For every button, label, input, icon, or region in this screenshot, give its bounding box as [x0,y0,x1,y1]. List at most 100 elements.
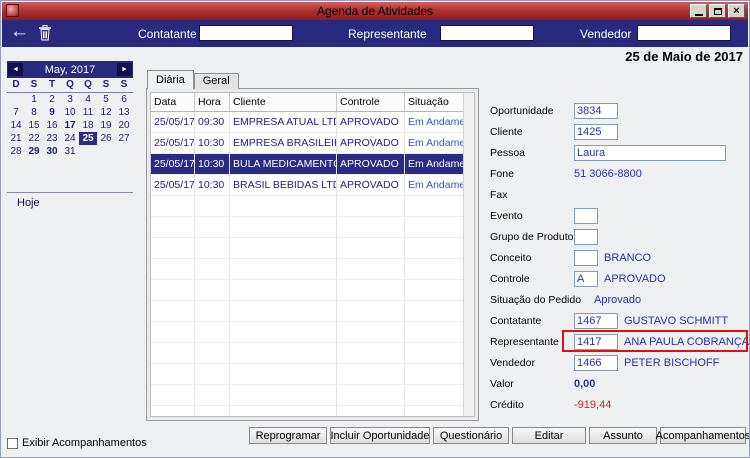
vendedor-input[interactable]: 1466 [574,355,618,371]
calendar-day[interactable] [79,145,97,158]
valor-value: 0,00 [574,378,596,390]
calendar-day[interactable]: 23 [43,132,61,145]
cell-hora: 09:30 [195,112,230,132]
cell-controle: APROVADO [337,175,405,195]
calendar-day[interactable]: 20 [115,119,133,132]
calendar-day[interactable]: 16 [43,119,61,132]
calendar-prev-button[interactable]: ◄ [8,63,23,76]
calendar-day[interactable]: 9 [43,106,61,119]
close-button[interactable]: × [728,4,745,18]
representante-toolbar-input[interactable] [440,25,534,41]
calendar-day[interactable]: 1 [25,93,43,106]
exibir-acompanhamentos-checkbox[interactable] [7,437,18,449]
window-controls: × [690,4,745,18]
calendar-day[interactable]: 12 [97,106,115,119]
calendar-day[interactable] [7,93,25,106]
calendar-day[interactable]: 21 [7,132,25,145]
evento-input[interactable] [574,208,598,224]
field-label: Fone [490,168,514,180]
calendar-day[interactable]: 24 [61,132,79,145]
field-label: Controle [490,273,530,285]
calendar-day[interactable]: 29 [25,145,43,158]
calendar-day[interactable]: 5 [97,93,115,106]
field-label: Evento [490,210,523,222]
tab-geral[interactable]: Geral [193,73,239,89]
calendar-day-header: S [102,79,110,90]
acompanhamentos-button[interactable]: Acompanhamentos [656,427,749,444]
delete-button[interactable] [38,25,52,46]
field-controle: Controle A APROVADO [490,271,749,290]
empty-row [151,238,464,259]
back-button[interactable]: ← [10,21,29,43]
window-title: Agenda de Atividades [316,4,434,18]
cell-situacao: Em Andamento [408,137,464,149]
calendar-day-selected[interactable]: 25 [79,132,97,145]
activity-row[interactable]: 25/05/17 10:30 EMPRESA BRASILEIRA LTDA A… [151,133,464,154]
contatante-toolbar-input[interactable] [199,25,293,41]
maximize-button[interactable] [709,4,726,18]
calendar-day[interactable]: 30 [43,145,61,158]
calendar-day[interactable]: 3 [61,93,79,106]
grupo-de-produtos-input[interactable] [574,229,598,245]
calendar-day[interactable]: 4 [79,93,97,106]
oportunidade-input[interactable]: 3834 [574,103,618,119]
calendar: ◄ May, 2017 ► D S T Q Q S S 1 2 3 4 5 6 … [7,61,133,158]
cell-situacao: Em Andamento [408,179,464,191]
questionario-button[interactable]: Questionário [433,427,509,444]
calendar-day[interactable]: 18 [79,119,97,132]
calendar-day[interactable]: 14 [7,119,25,132]
controle-input[interactable]: A [574,271,598,287]
activity-row-selected[interactable]: 25/05/17 10:30 BULA MEDICAMENTOS LTDA AP… [151,154,464,175]
cliente-input[interactable]: 1425 [574,124,618,140]
activities-panel: Data Hora Cliente Controle Situação 25/0… [146,88,479,421]
cell-data: 25/05/17 [151,175,195,195]
incluir-oportunidade-button[interactable]: Incluir Oportunidade [330,427,430,444]
calendar-next-button[interactable]: ► [117,63,132,76]
activity-row[interactable]: 25/05/17 10:30 BRASIL BEBIDAS LTDA APROV… [151,175,464,196]
field-valor: Valor 0,00 [490,376,749,395]
conceito-input[interactable] [574,250,598,266]
field-label: Conceito [490,252,532,264]
tab-diaria[interactable]: Diária [147,70,194,89]
field-label: Valor [490,378,514,390]
calendar-day-header: Q [66,79,74,90]
contatante-input[interactable]: 1467 [574,313,618,329]
calendar-day[interactable]: 15 [25,119,43,132]
assunto-button[interactable]: Assunto [589,427,657,444]
calendar-divider [7,192,133,193]
vendedor-description: PETER BISCHOFF [624,357,720,369]
field-label: Cliente [490,126,523,138]
field-pessoa: Pessoa Laura [490,145,749,164]
editar-button[interactable]: Editar [512,427,586,444]
empty-row [151,217,464,238]
calendar-day[interactable]: 10 [61,106,79,119]
representante-highlight [562,330,748,352]
calendar-day[interactable]: 2 [43,93,61,106]
calendar-day[interactable]: 27 [115,132,133,145]
vendedor-toolbar-input[interactable] [637,25,731,41]
column-header-hora: Hora [195,93,230,111]
calendar-day[interactable]: 28 [7,145,25,158]
calendar-day[interactable]: 19 [97,119,115,132]
calendar-day[interactable]: 7 [7,106,25,119]
calendar-day[interactable]: 31 [61,145,79,158]
calendar-day[interactable]: 13 [115,106,133,119]
reprogramar-button[interactable]: Reprogramar [249,427,327,444]
pessoa-input[interactable]: Laura [574,145,726,161]
calendar-day[interactable]: 26 [97,132,115,145]
table-scrollbar[interactable] [463,93,474,416]
minimize-button[interactable] [690,4,707,18]
calendar-day[interactable]: 11 [79,106,97,119]
calendar-day[interactable]: 6 [115,93,133,106]
calendar-day[interactable]: 22 [25,132,43,145]
minimize-icon [694,13,703,16]
calendar-day[interactable] [115,145,133,158]
activity-row[interactable]: 25/05/17 09:30 EMPRESA ATUAL LTDA APROVA… [151,112,464,133]
calendar-day-headers: D S T Q Q S S [7,78,133,93]
calendar-day[interactable] [97,145,115,158]
calendar-day[interactable]: 17 [61,119,79,132]
calendar-day[interactable]: 8 [25,106,43,119]
empty-row [151,343,464,364]
today-label[interactable]: Hoje [17,197,40,209]
exibir-acompanhamentos-row: Exibir Acompanhamentos [7,437,147,449]
